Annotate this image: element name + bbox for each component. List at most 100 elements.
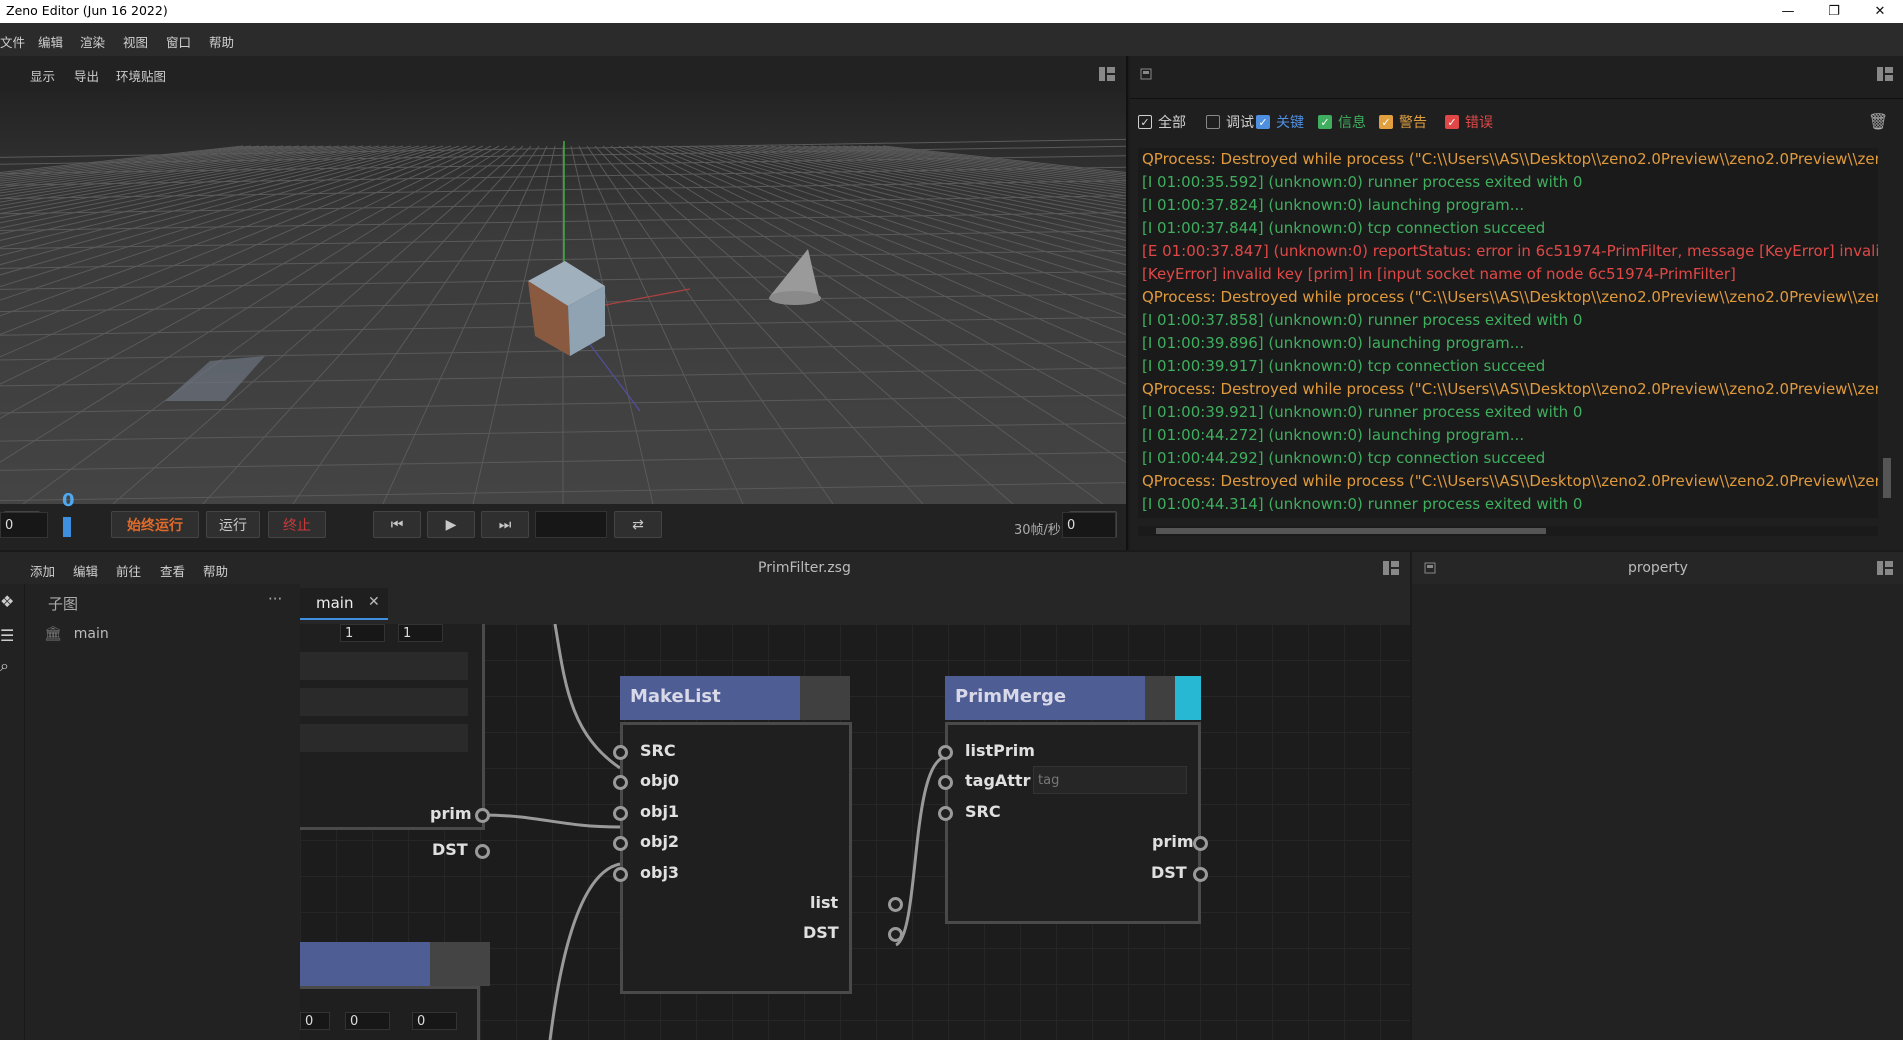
menu-render[interactable]: 渲染 (80, 32, 105, 51)
listprim-input-socket[interactable] (938, 745, 953, 760)
log-filter-2[interactable]: ✓ 关键 (1256, 112, 1304, 132)
dst-output-label: DST (1151, 863, 1187, 882)
src-input-socket[interactable] (938, 806, 953, 821)
tagattr-input-socket[interactable] (938, 775, 953, 790)
param-row (300, 652, 468, 680)
property-panel: property (1412, 552, 1903, 1040)
run-always-button[interactable]: 始终运行 (111, 511, 199, 538)
close-window-button[interactable]: ✕ (1857, 0, 1903, 23)
menu-file[interactable]: 文件 (0, 32, 25, 51)
dock-layout-icon[interactable] (1876, 560, 1894, 576)
dst-output-socket[interactable] (888, 927, 903, 942)
dst-output-socket[interactable] (1193, 867, 1208, 882)
subgraph-icon[interactable]: ❖ (0, 592, 14, 611)
tagattr-input-label: tagAttr (965, 771, 1031, 790)
param-field[interactable]: 1 (398, 624, 443, 642)
menu-view[interactable]: 视图 (123, 32, 148, 51)
node-options-strip[interactable] (1145, 676, 1175, 720)
filter-checkbox[interactable]: ✓ (1256, 115, 1270, 129)
log-line: QProcess: Destroyed while process ("C:\\… (1142, 472, 1878, 490)
log-line: QProcess: Destroyed while process ("C:\\… (1142, 380, 1878, 398)
dst-output-label: DST (432, 840, 468, 859)
close-tab-icon[interactable]: ✕ (368, 594, 380, 610)
tab-main[interactable]: main ✕ (300, 588, 388, 620)
log-line: [I 01:00:44.272] (unknown:0) launching p… (1142, 426, 1525, 444)
prim-output-socket[interactable] (1193, 836, 1208, 851)
graph-menu-view[interactable]: 查看 (160, 561, 185, 580)
tag-input[interactable]: tag (1033, 766, 1187, 794)
filter-label: 关键 (1276, 115, 1304, 131)
param-field[interactable]: 0 (300, 1012, 330, 1030)
viewport-display-menu[interactable]: 显示 (30, 66, 55, 85)
3d-viewport-scene[interactable] (0, 91, 1126, 504)
dock-layout-icon[interactable] (1098, 66, 1116, 82)
menu-window[interactable]: 窗口 (166, 32, 191, 51)
stop-button[interactable]: 终止 (268, 511, 326, 538)
frame-input[interactable] (535, 511, 607, 538)
run-button[interactable]: 运行 (206, 511, 260, 538)
log-filter-5[interactable]: ✓ 错误 (1445, 112, 1493, 132)
search-icon[interactable]: ⌕ (0, 656, 9, 676)
src-input-socket[interactable] (613, 745, 628, 760)
log-filter-3[interactable]: ✓ 信息 (1318, 112, 1366, 132)
viewport-export-menu[interactable]: 导出 (74, 66, 99, 85)
filter-label: 错误 (1465, 115, 1493, 131)
subgraph-item-main[interactable]: 🏛 main (44, 626, 109, 642)
log-filter-1[interactable]: 调试 (1206, 112, 1254, 132)
log-vertical-scrollbar[interactable] (1882, 148, 1892, 518)
node-graph-canvas[interactable]: 1 1 prim DST 0 0 0 MakeList SRC obj0 obj… (300, 624, 1410, 1040)
obj1-input-socket[interactable] (613, 806, 628, 821)
prev-frame-button[interactable]: ⏮ (373, 511, 421, 538)
filter-label: 信息 (1338, 115, 1366, 131)
graph-menu-goto[interactable]: 前往 (116, 561, 141, 580)
graph-menu-help[interactable]: 帮助 (203, 561, 228, 580)
graph-menu-add[interactable]: 添加 (30, 561, 55, 580)
timeline-slider-handle[interactable] (63, 517, 71, 537)
bottom-partial-node[interactable]: 0 0 0 (300, 942, 490, 1040)
filter-checkbox[interactable] (1206, 115, 1220, 129)
prim-output-socket[interactable] (475, 808, 490, 823)
obj2-input-socket[interactable] (613, 836, 628, 851)
minimize-button[interactable]: — (1765, 0, 1811, 23)
log-horizontal-scrollbar[interactable] (1138, 526, 1878, 536)
end-frame-input[interactable]: 0 (1062, 512, 1116, 538)
filter-checkbox[interactable]: ✓ (1379, 115, 1393, 129)
loop-button[interactable]: ⇄ (614, 511, 662, 538)
prim-output-label: prim (430, 804, 472, 823)
menu-help[interactable]: 帮助 (209, 32, 234, 51)
node-options-strip[interactable] (800, 676, 850, 720)
log-filter-0[interactable]: ✓ 全部 (1138, 112, 1186, 132)
more-icon[interactable]: ··· (268, 590, 282, 608)
tree-icon[interactable]: ☰ (0, 626, 14, 645)
param-field[interactable]: 0 (412, 1012, 457, 1030)
skip-back-icon: ⏮ (390, 516, 404, 533)
start-frame-input[interactable]: 0 (0, 512, 48, 538)
obj3-input-socket[interactable] (613, 867, 628, 882)
filter-checkbox[interactable]: ✓ (1318, 115, 1332, 129)
viewport-envmap-menu[interactable]: 环境贴图 (116, 66, 166, 85)
filter-label: 警告 (1399, 115, 1427, 131)
filter-checkbox[interactable]: ✓ (1445, 115, 1459, 129)
dst-output-socket[interactable] (475, 844, 490, 859)
trash-icon[interactable]: 🗑 (1868, 112, 1888, 131)
src-input-label: SRC (640, 741, 676, 760)
dock-layout-icon[interactable] (1876, 66, 1894, 82)
panel-icon (1424, 562, 1436, 574)
log-line: [I 01:00:37.844] (unknown:0) tcp connect… (1142, 219, 1546, 237)
log-filter-4[interactable]: ✓ 警告 (1379, 112, 1427, 132)
param-field[interactable]: 0 (345, 1012, 390, 1030)
subgraph-sidebar: ❖ ☰ ⌕ 子图 ··· 🏛 main (0, 584, 300, 1040)
param-field[interactable]: 1 (340, 624, 385, 642)
restore-button[interactable]: ❐ (1811, 0, 1857, 23)
dst-output-label: DST (803, 923, 839, 942)
list-output-socket[interactable] (888, 897, 903, 912)
play-button[interactable]: ▶ (427, 511, 475, 538)
dock-layout-icon[interactable] (1382, 560, 1400, 576)
node-view-toggle[interactable] (1175, 676, 1201, 720)
graph-menu-edit[interactable]: 编辑 (73, 561, 98, 580)
next-frame-button[interactable]: ⏭ (481, 511, 529, 538)
obj0-input-socket[interactable] (613, 775, 628, 790)
log-line: [I 01:00:35.592] (unknown:0) runner proc… (1142, 173, 1583, 191)
menu-edit[interactable]: 编辑 (38, 32, 63, 51)
filter-checkbox[interactable]: ✓ (1138, 115, 1152, 129)
